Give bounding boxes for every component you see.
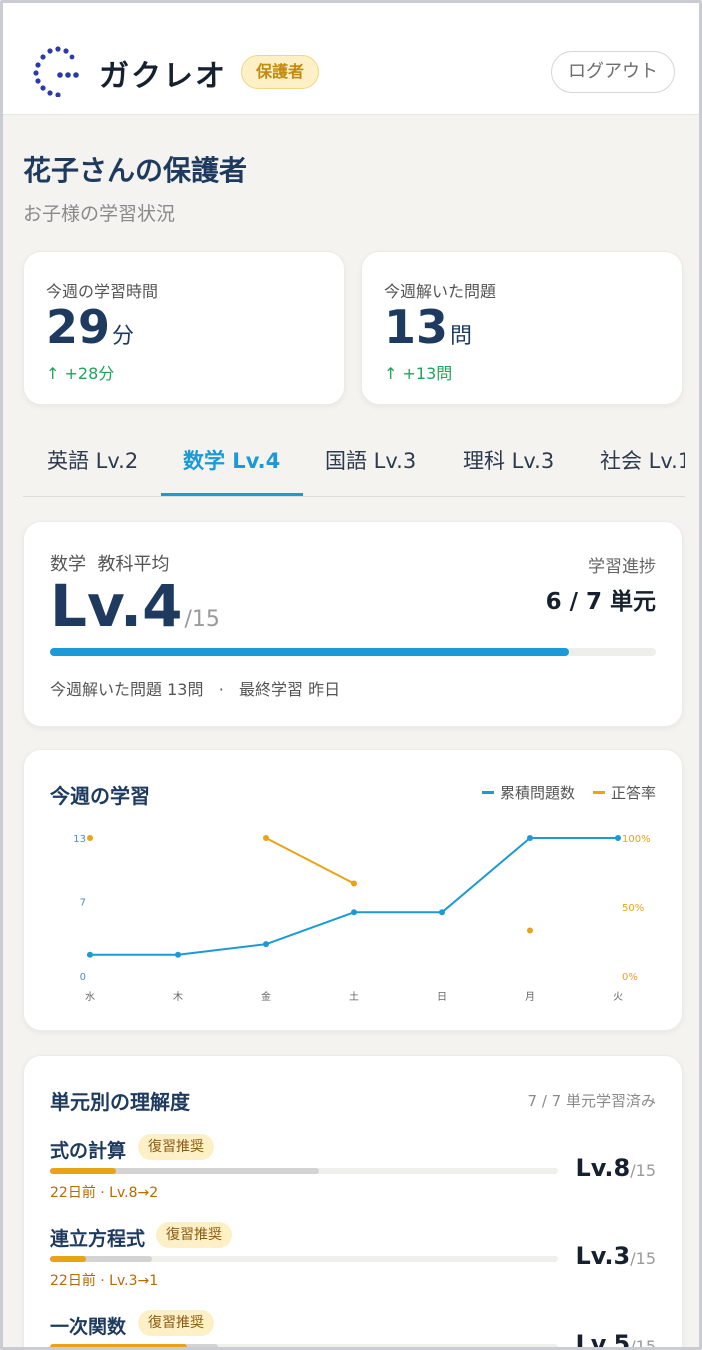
role-badge: 保護者 (241, 55, 320, 89)
series-line-segment (177, 943, 267, 956)
right-axis-tick: 50% (622, 903, 644, 914)
tab-math[interactable]: 数学 Lv.4 (183, 445, 280, 475)
unit-row[interactable]: 連立方程式 復習推奨 22日前 · Lv.3→1 Lv.3/15 (50, 1222, 656, 1304)
app-header: ガクレオ 保護者 ログアウト (3, 3, 699, 115)
unit-level-max: /15 (630, 1249, 656, 1268)
x-axis-tick: 火 (613, 991, 623, 1003)
unit-level: Lv.8/15 (575, 1154, 656, 1182)
stat-delta: ↑ +28分 (46, 364, 115, 383)
x-axis-tick: 日 (437, 992, 447, 1003)
unit-progress-track (50, 1168, 558, 1174)
data-point (615, 835, 621, 841)
stat-delta: ↑ +13問 (384, 364, 453, 383)
review-badge: 復習推奨 (138, 1134, 214, 1160)
unit-note: 22日前 · Lv.3→1 (50, 1273, 159, 1289)
stat-label: 今週解いた問題 (384, 282, 497, 301)
unit-row[interactable]: 式の計算 復習推奨 22日前 · Lv.8→2 Lv.8/15 (50, 1134, 656, 1216)
brand-logo-icon (33, 46, 79, 97)
stat-unit: 問 (450, 324, 473, 349)
weekly-line-chart: 0 7 13 0% 50% 100% 水 木 金 土 日 月 火 (73, 834, 651, 1003)
page-title: 花子さんの保護者 (23, 154, 248, 187)
data-point (527, 927, 533, 934)
progress-value: 6 / 7 単元 (545, 589, 656, 615)
subject-level-value: Lv.4 (50, 572, 183, 640)
units-title: 単元別の理解度 (50, 1090, 190, 1114)
right-axis-tick: 0% (622, 972, 638, 983)
data-point (263, 941, 269, 948)
tab-english[interactable]: 英語 Lv.2 (47, 445, 138, 475)
stat-number: 13 (384, 300, 449, 354)
unit-row[interactable]: 一次関数 復習推奨 Lv.5/15 (50, 1310, 656, 1350)
subject-level-max: /15 (184, 607, 220, 632)
unit-progress-fill (50, 1344, 188, 1347)
progress-label: 学習進捗 (588, 557, 656, 577)
brand-name: ガクレオ (99, 59, 227, 94)
unit-level-value: Lv.3 (575, 1242, 631, 1270)
app-frame: ガクレオ 保護者 ログアウト 花子さんの保護者 お子様の学習状況 今週の学習時間… (0, 0, 702, 1350)
unit-progress-track (50, 1344, 558, 1347)
data-point (351, 909, 357, 916)
unit-level: Lv.3/15 (575, 1242, 656, 1270)
subject-tabs: 英語 Lv.2 数学 Lv.4 国語 Lv.3 理科 Lv.3 社会 Lv.1 (23, 429, 685, 497)
data-point (527, 835, 533, 841)
review-badge: 復習推奨 (138, 1310, 214, 1336)
left-axis-tick: 7 (80, 898, 86, 909)
unit-level-max: /15 (630, 1337, 656, 1350)
units-status: 7 / 7 単元学習済み (527, 1092, 656, 1110)
active-tab-indicator (161, 493, 303, 496)
review-badge: 復習推奨 (156, 1222, 232, 1248)
series-line-segment (441, 837, 531, 914)
data-point (87, 951, 93, 958)
x-axis-tick: 水 (85, 991, 95, 1003)
tab-social[interactable]: 社会 Lv.1 (600, 445, 685, 475)
logout-button[interactable]: ログアウト (551, 51, 675, 93)
progress-bar (50, 648, 656, 656)
series-line-segment (265, 837, 355, 885)
x-axis-tick: 金 (261, 990, 271, 1003)
unit-progress-track (50, 1256, 558, 1262)
unit-name: 式の計算 (50, 1140, 127, 1162)
unit-progress-fill (50, 1256, 86, 1262)
unit-level-value: Lv.5 (575, 1330, 631, 1350)
weekly-chart-card: 今週の学習 累積問題数 正答率 0 7 13 0% 50% 100% 水木金土日月火 (23, 749, 683, 1031)
unit-level-max: /15 (630, 1161, 656, 1180)
data-point (263, 835, 269, 841)
subject-level: Lv.4/15 (50, 572, 220, 640)
page-subtitle: お子様の学習状況 (23, 203, 176, 225)
tab-science[interactable]: 理科 Lv.3 (463, 445, 554, 475)
unit-note: 22日前 · Lv.8→2 (50, 1185, 159, 1201)
x-axis-tick: 土 (349, 990, 359, 1003)
series-line-segment (265, 911, 355, 946)
units-card: 単元別の理解度 7 / 7 単元学習済み 式の計算 復習推奨 22日前 · Lv… (23, 1055, 683, 1350)
data-point (351, 880, 357, 887)
unit-level-value: Lv.8 (575, 1154, 631, 1182)
subject-meta: 今週解いた問題 13問 · 最終学習 昨日 (50, 680, 341, 699)
right-axis-tick: 100% (622, 834, 651, 845)
data-point (175, 951, 181, 958)
tab-japanese[interactable]: 国語 Lv.3 (325, 445, 416, 475)
stat-number: 29 (46, 300, 111, 354)
x-axis-tick: 月 (525, 991, 535, 1003)
unit-name: 一次関数 (50, 1316, 127, 1338)
stat-value: 29分 (46, 300, 134, 354)
stat-card-problems: 今週解いた問題 13問 ↑ +13問 (361, 251, 683, 405)
left-axis-tick: 13 (73, 834, 86, 845)
data-point (439, 909, 445, 916)
unit-name: 連立方程式 (50, 1228, 146, 1250)
subject-summary-card: 数学 教科平均 Lv.4/15 学習進捗 6 / 7 単元 今週解いた問題 13… (23, 521, 683, 727)
x-axis-tick: 木 (173, 991, 183, 1003)
left-axis-tick: 0 (80, 972, 86, 983)
progress-bar-fill (50, 648, 570, 656)
data-point (87, 835, 93, 841)
stat-unit: 分 (112, 324, 135, 349)
stat-card-study-time: 今週の学習時間 29分 ↑ +28分 (23, 251, 345, 405)
stat-value: 13問 (384, 300, 472, 354)
unit-progress-fill (50, 1168, 117, 1174)
unit-level: Lv.5/15 (575, 1330, 656, 1350)
stat-label: 今週の学習時間 (46, 282, 159, 301)
